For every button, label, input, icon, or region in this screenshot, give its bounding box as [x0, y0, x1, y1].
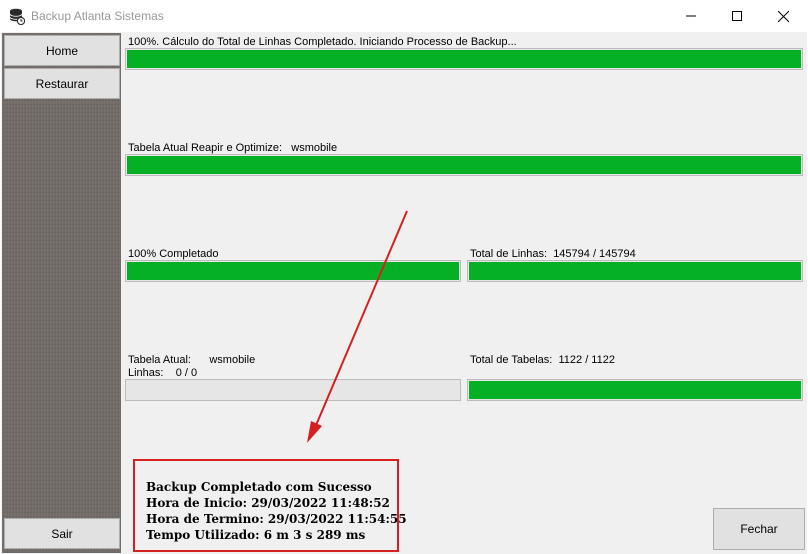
status-success-line: Backup Completado com Sucesso — [146, 480, 372, 494]
total-lines-progress-fill — [469, 262, 801, 280]
repair-optimize-caption: Tabela Atual Reapir e Optimize: — [128, 142, 283, 154]
total-lines-progress-bar — [467, 260, 803, 282]
client-area — [1, 32, 807, 554]
status-elapsed-time: Tempo Utilizado: 6 m 3 s 289 ms — [146, 528, 366, 542]
minimize-button[interactable] — [668, 0, 714, 32]
home-button[interactable]: Home — [4, 35, 120, 66]
current-table-name: wsmobile — [209, 354, 256, 366]
total-tables-caption: Total de Tabelas: — [470, 354, 553, 366]
repair-optimize-label: Tabela Atual Reapir e Optimize: wsmobile — [128, 142, 337, 154]
completed-progress-bar — [125, 260, 461, 282]
status-end-time: Hora de Termino: 29/03/2022 11:54:55 — [146, 512, 407, 526]
completed-label: 100% Completado — [128, 248, 219, 260]
total-lines-label: Total de Linhas: 145794 / 145794 — [470, 248, 636, 260]
current-table-caption: Tabela Atual: — [128, 354, 191, 366]
close-icon — [777, 10, 789, 22]
total-tables-progress-fill — [469, 381, 801, 399]
backup-status-box: Backup Completado com Sucesso Hora de In… — [133, 459, 407, 552]
completed-progress-fill — [127, 262, 459, 280]
close-window-button[interactable] — [760, 0, 806, 32]
repair-progress-fill — [127, 156, 801, 174]
minimize-icon — [686, 15, 696, 17]
status-start-time: Hora de Inicio: 29/03/2022 11:48:52 — [146, 496, 390, 510]
maximize-button[interactable] — [714, 0, 760, 32]
current-lines-caption: Linhas: — [128, 367, 164, 379]
calc-progress-fill — [127, 50, 801, 68]
total-tables-progress-bar — [467, 379, 803, 401]
total-tables-label: Total de Tabelas: 1122 / 1122 — [470, 354, 615, 366]
current-lines-value: 0 / 0 — [175, 367, 198, 379]
sidebar: Home Restaurar Sair — [2, 33, 121, 553]
current-table-label: Tabela Atual: wsmobile — [128, 354, 255, 366]
calc-progress-bar — [125, 48, 803, 70]
total-lines-caption: Total de Linhas: — [470, 248, 548, 260]
title-bar[interactable]: Backup Atlanta Sistemas — [0, 0, 808, 32]
current-lines-label: Linhas: 0 / 0 — [128, 367, 197, 379]
calc-status-label: 100%. Cálculo do Total de Linhas Complet… — [128, 36, 517, 48]
maximize-icon — [732, 11, 742, 21]
close-button[interactable]: Fechar — [713, 508, 805, 550]
repair-progress-bar — [125, 154, 803, 176]
restore-button[interactable]: Restaurar — [4, 68, 120, 99]
repair-optimize-table: wsmobile — [291, 142, 338, 154]
window-title: Backup Atlanta Sistemas — [31, 9, 164, 23]
total-lines-value: 145794 / 145794 — [553, 248, 636, 260]
exit-button[interactable]: Sair — [4, 518, 120, 549]
database-backup-icon — [9, 8, 25, 25]
current-table-progress-bar — [125, 379, 461, 401]
total-tables-value: 1122 / 1122 — [558, 354, 615, 366]
